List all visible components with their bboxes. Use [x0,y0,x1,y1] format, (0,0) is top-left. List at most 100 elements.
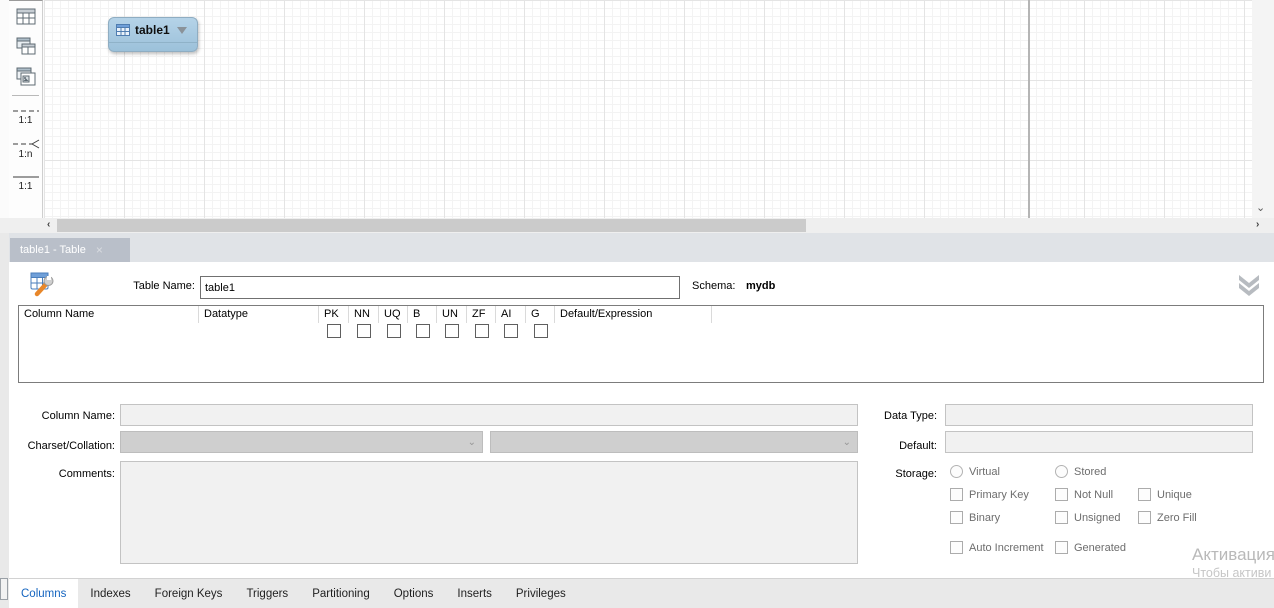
checkbox-icon [1138,511,1151,524]
b-checkbox[interactable] [416,324,430,338]
eer-canvas-region: 1:1 1:n 1:1 [0,0,1274,233]
storage-stored-radio[interactable]: Stored [1055,465,1106,478]
rel-one-many-noniden-tool[interactable]: 1:n [9,133,42,166]
tab-inserts[interactable]: Inserts [445,579,504,608]
col-header-zf[interactable]: ZF [467,306,496,323]
columns-grid[interactable]: Column Name Datatype PK NN UQ B UN ZF AI… [18,305,1264,383]
page-boundary-line [1028,0,1030,218]
diagram-table-node[interactable]: table1 [108,17,198,52]
tab-foreign-keys[interactable]: Foreign Keys [143,579,235,608]
place-view-tool[interactable] [9,31,42,61]
sidebar-splitter-handle[interactable] [0,578,8,600]
tab-columns[interactable]: Columns [9,579,78,608]
place-image-tool[interactable] [9,61,42,91]
radio-icon [1055,465,1068,478]
horizontal-scroll-thumb[interactable] [57,219,806,232]
col-header-nn[interactable]: NN [349,306,379,323]
col-header-filler [712,306,1263,323]
editor-left-margin [0,233,9,608]
auto-increment-checkbox[interactable]: Auto Increment [950,541,1044,554]
unsigned-label: Unsigned [1074,512,1120,524]
rel-tool-label: 1:1 [19,182,33,192]
tab-partitioning[interactable]: Partitioning [300,579,382,608]
col-header-pk[interactable]: PK [319,306,349,323]
schema-value: mydb [746,280,775,292]
col-header-g[interactable]: G [526,306,555,323]
col-header-un[interactable]: UN [437,306,467,323]
not-null-label: Not Null [1074,489,1113,501]
data-type-label: Data Type: [829,410,937,422]
col-header-ai[interactable]: AI [496,306,526,323]
charset-collation-label: Charset/Collation: [9,440,115,452]
scroll-down-icon[interactable]: ⌄ [1256,201,1265,214]
checkbox-icon [950,541,963,554]
unique-checkbox[interactable]: Unique [1138,488,1192,501]
storage-label: Storage: [829,468,937,480]
col-header-b[interactable]: B [408,306,437,323]
view-tool-icon [16,37,36,55]
pk-checkbox[interactable] [327,324,341,338]
collapse-editor-chevrons-icon[interactable] [1236,274,1262,296]
tab-table1-table[interactable]: table1 - Table × [10,238,130,262]
place-table-tool[interactable] [9,1,42,31]
nn-checkbox[interactable] [357,324,371,338]
unsigned-checkbox[interactable]: Unsigned [1055,511,1120,524]
rel-one-one-noniden-tool[interactable]: 1:1 [9,100,42,133]
primary-key-checkbox[interactable]: Primary Key [950,488,1029,501]
generated-label: Generated [1074,542,1126,554]
checkbox-icon [950,488,963,501]
eer-diagram-canvas[interactable]: table1 [44,0,1252,218]
rel-tool-label: 1:n [19,150,33,160]
col-header-uq[interactable]: UQ [379,306,408,323]
auto-increment-label: Auto Increment [969,542,1044,554]
table-tool-icon [16,8,36,25]
radio-icon [950,465,963,478]
zf-checkbox[interactable] [475,324,489,338]
tab-indexes[interactable]: Indexes [78,579,142,608]
un-checkbox[interactable] [445,324,459,338]
storage-virtual-radio[interactable]: Virtual [950,465,1000,478]
editor-tab-title: table1 - Table [20,244,86,256]
default-field [945,431,1253,453]
new-column-row[interactable] [19,323,1263,339]
virtual-label: Virtual [969,466,1000,478]
checkbox-icon [1138,488,1151,501]
dashed-line-icon [12,107,40,115]
table-editor-icon [28,270,56,298]
generated-checkbox[interactable]: Generated [1055,541,1126,554]
column-name-label: Column Name: [9,410,115,422]
rel-tool-label: 1:1 [19,116,33,126]
binary-checkbox[interactable]: Binary [950,511,1000,524]
col-header-default-expression[interactable]: Default/Expression [555,306,712,323]
scroll-right-icon[interactable]: › [1256,219,1259,230]
ai-checkbox[interactable] [504,324,518,338]
charset-dropdown: ⌄ [120,431,483,453]
rel-one-one-iden-tool[interactable]: 1:1 [9,166,42,199]
table-editor-panel: Table Name: Schema: mydb Column Name Dat… [9,262,1274,578]
collation-dropdown: ⌄ [490,431,858,453]
canvas-vertical-scrollbar[interactable]: ⌄ [1252,0,1274,218]
zero-fill-checkbox[interactable]: Zero Fill [1138,511,1197,524]
table-name-input[interactable] [200,276,680,299]
col-header-datatype[interactable]: Datatype [199,306,319,323]
not-null-checkbox[interactable]: Not Null [1055,488,1113,501]
checkbox-icon [950,511,963,524]
close-tab-icon[interactable]: × [96,243,103,257]
uq-checkbox[interactable] [387,324,401,338]
binary-label: Binary [969,512,1000,524]
col-header-column-name[interactable]: Column Name [19,306,199,323]
tab-privileges[interactable]: Privileges [504,579,578,608]
watermark-line1: Активация [1192,545,1274,564]
tab-triggers[interactable]: Triggers [234,579,300,608]
table-node-title: table1 [135,23,170,37]
scroll-left-icon[interactable]: ‹ [47,219,50,230]
g-checkbox[interactable] [534,324,548,338]
stored-label: Stored [1074,466,1106,478]
node-expand-caret-icon[interactable] [177,27,187,34]
canvas-horizontal-scrollbar[interactable]: ‹ › [0,218,1274,233]
tab-options[interactable]: Options [382,579,446,608]
checkbox-icon [1055,541,1068,554]
column-name-field [120,404,858,426]
solid-line-icon [12,173,40,181]
checkbox-icon [1055,511,1068,524]
